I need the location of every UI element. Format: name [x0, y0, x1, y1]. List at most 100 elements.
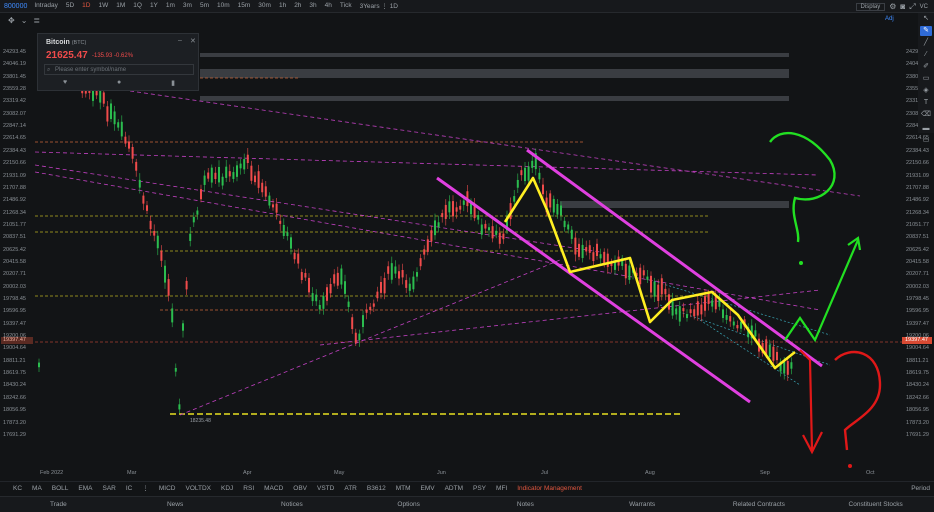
bottom-tab-7[interactable]: Constituent Stocks: [817, 501, 934, 508]
chevron-down-icon[interactable]: ⌄: [21, 16, 28, 25]
candle-body: [783, 361, 786, 374]
period-tab-5[interactable]: 1Q: [129, 2, 146, 10]
period-tab-11[interactable]: 15m: [234, 2, 255, 10]
indicator-6[interactable]: ⋮: [137, 484, 154, 492]
fullscreen-icon[interactable]: ⤢: [909, 2, 915, 12]
period-tab-2[interactable]: 1D: [78, 2, 94, 10]
indicator-3[interactable]: EMA: [73, 485, 97, 492]
bottom-tab-5[interactable]: Warrants: [584, 501, 701, 508]
period-tab-4[interactable]: 1M: [112, 2, 129, 10]
indicator-11[interactable]: MACD: [259, 485, 288, 492]
move-icon[interactable]: ✥: [8, 16, 15, 25]
text-icon[interactable]: T: [920, 98, 932, 108]
indicator-management-button[interactable]: Indicator Management: [512, 485, 587, 492]
candle-body: [480, 224, 483, 235]
settings-icon[interactable]: ⚙: [889, 2, 896, 11]
indicator-8[interactable]: VOLTDX: [180, 485, 216, 492]
quote-name: Bitcoin: [46, 39, 70, 46]
rectangle-icon[interactable]: ▭: [920, 74, 932, 84]
candle-body: [196, 210, 199, 215]
bottom-tab-3[interactable]: Options: [350, 501, 467, 508]
indicator-4[interactable]: SAR: [98, 485, 121, 492]
minimize-icon[interactable]: –: [178, 37, 182, 44]
low-price-label: 18235.48: [190, 418, 211, 424]
top-toolbar: 800000 Intraday 5D 1D 1W 1M 1Q 1Y 1m 3m 5m 10m 15m 3…: [0, 0, 934, 13]
cursor-icon[interactable]: ↖: [920, 14, 932, 24]
candle-body: [117, 122, 120, 128]
period-tab-18[interactable]: 3Years ⋮ 1D: [356, 2, 402, 10]
candle-body: [239, 163, 242, 169]
period-tab-15[interactable]: 3h: [305, 2, 320, 10]
line-icon[interactable]: ⁄: [920, 50, 932, 60]
indicator-17[interactable]: EMV: [416, 485, 440, 492]
period-tab-8[interactable]: 3m: [179, 2, 196, 10]
candle-body: [513, 196, 516, 202]
indicator-20[interactable]: MFI: [491, 485, 512, 492]
heart-icon[interactable]: ♥: [63, 79, 67, 87]
period-tab-0[interactable]: Intraday: [30, 2, 62, 10]
eraser-icon[interactable]: ⌫: [920, 110, 932, 120]
period-tab-10[interactable]: 10m: [213, 2, 234, 10]
candle-body: [146, 205, 148, 211]
current-price-tag: 19397.47: [902, 337, 932, 344]
fill-icon[interactable]: ◈: [920, 86, 932, 96]
period-tab-9[interactable]: 5m: [196, 2, 213, 10]
period-tab-14[interactable]: 2h: [290, 2, 305, 10]
period-tab-16[interactable]: 4h: [321, 2, 336, 10]
bottom-tab-1[interactable]: News: [117, 501, 234, 508]
indicator-16[interactable]: MTM: [391, 485, 416, 492]
symbol-search-input[interactable]: ⌕ Please enter symbol/name: [44, 64, 194, 75]
indicator-13[interactable]: VSTD: [312, 485, 339, 492]
camera-icon[interactable]: ◙: [900, 2, 905, 11]
period-tab-17[interactable]: Tick: [336, 2, 356, 10]
price-chart[interactable]: [0, 27, 918, 468]
indicator-9[interactable]: KDJ: [216, 485, 238, 492]
period-tab-1[interactable]: 5D: [62, 2, 78, 10]
period-button[interactable]: Period: [911, 485, 930, 492]
bottom-tab-4[interactable]: Notes: [467, 501, 584, 508]
pen-icon[interactable]: ✎: [920, 26, 932, 36]
period-tab-3[interactable]: 1W: [94, 2, 112, 10]
indicator-15[interactable]: B3612: [362, 485, 391, 492]
indicator-7[interactable]: MICD: [154, 485, 181, 492]
document-icon[interactable]: ▮: [171, 79, 175, 87]
display-dropdown[interactable]: Display: [855, 2, 886, 11]
indicator-12[interactable]: OBV: [288, 485, 312, 492]
x-tick-label: May: [334, 470, 345, 476]
resistance-zone: [200, 96, 789, 101]
candle-body: [383, 278, 386, 294]
indicator-2[interactable]: BOLL: [47, 485, 74, 492]
indicator-1[interactable]: MA: [27, 485, 47, 492]
candle-body: [347, 301, 350, 307]
list-icon[interactable]: ≣: [33, 16, 40, 25]
indicator-5[interactable]: IC: [121, 485, 138, 492]
symbol-code[interactable]: 800000: [0, 3, 30, 10]
bottom-tab-2[interactable]: Notices: [234, 501, 351, 508]
pencil-icon[interactable]: ✐: [920, 62, 932, 72]
period-tab-6[interactable]: 1Y: [146, 2, 162, 10]
candle-body: [768, 344, 771, 357]
adj-label[interactable]: Adj: [885, 16, 894, 22]
period-tab-12[interactable]: 30m: [254, 2, 275, 10]
period-tab-7[interactable]: 1m: [162, 2, 179, 10]
brush-icon[interactable]: ╱: [920, 38, 932, 48]
indicator-14[interactable]: ATR: [339, 485, 362, 492]
indicator-10[interactable]: RSI: [238, 485, 259, 492]
close-icon[interactable]: ✕: [190, 37, 196, 45]
indicator-18[interactable]: ADTM: [440, 485, 468, 492]
bottom-tab-6[interactable]: Related Contracts: [701, 501, 818, 508]
y-tick-label: 21707.88: [906, 184, 929, 191]
line-width-icon[interactable]: ▬: [920, 124, 932, 134]
y-tick-label: 21268.34: [906, 209, 929, 216]
line-style-icon[interactable]: ▭: [920, 136, 932, 146]
candle-body: [516, 179, 519, 188]
candlestick-chart-svg[interactable]: [0, 27, 918, 468]
indicator-19[interactable]: PSY: [468, 485, 491, 492]
comment-icon[interactable]: ●: [117, 79, 121, 87]
bottom-tab-0[interactable]: Trade: [0, 501, 117, 508]
candle-body: [678, 306, 681, 322]
period-tab-13[interactable]: 1h: [275, 2, 290, 10]
trendline: [34, 164, 601, 253]
candle-body: [376, 291, 379, 299]
indicator-0[interactable]: KC: [8, 485, 27, 492]
